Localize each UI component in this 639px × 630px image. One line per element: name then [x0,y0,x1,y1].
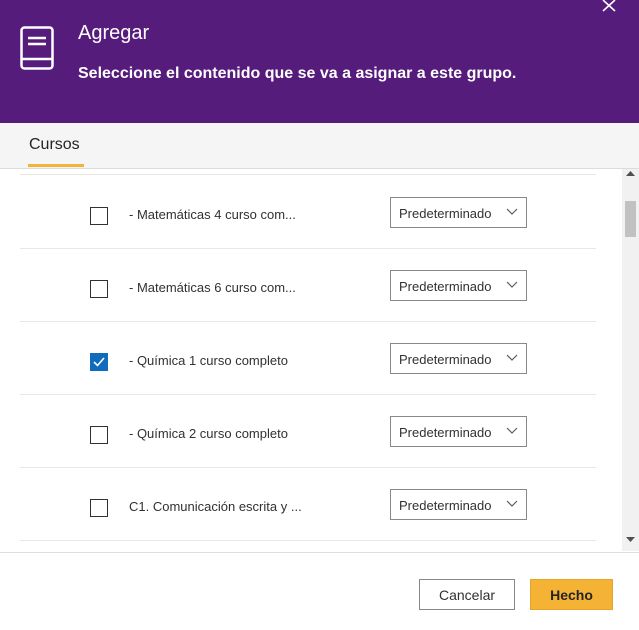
dialog-footer: Cancelar Hecho [0,552,639,630]
dropdown-value: Predeterminado [399,206,492,221]
content-list: - Matemáticas 4 curso com... Predetermin… [0,169,622,551]
row-checkbox[interactable] [90,426,108,444]
chevron-down-icon [506,500,518,507]
dropdown-value: Predeterminado [399,279,492,294]
row-checkbox[interactable] [90,207,108,225]
dropdown-value: Predeterminado [399,498,492,513]
dialog-title: Agregar [78,22,150,44]
scroll-down-icon[interactable] [626,537,635,543]
chevron-down-icon [506,427,518,434]
list-item: - Matemáticas 6 curso com... Predetermin… [20,248,596,322]
list-item: - Matemáticas 4 curso com... Predetermin… [20,175,596,249]
row-label: C1. Comunicación escrita y ... [129,499,302,514]
list-item: - Química 2 curso completo Predeterminad… [20,394,596,468]
assignment-dropdown[interactable]: Predeterminado [390,489,527,520]
chevron-down-icon [506,281,518,288]
list-scrollbar[interactable] [622,169,639,551]
row-label: - Química 2 curso completo [129,426,288,441]
checkmark-icon [93,357,105,367]
scroll-up-icon[interactable] [626,171,635,177]
chevron-down-icon [506,354,518,361]
assignment-dropdown[interactable]: Predeterminado [390,197,527,228]
close-icon[interactable] [599,0,619,14]
row-checkbox[interactable] [90,280,108,298]
active-tab-indicator [28,164,84,167]
tab-bar: Cursos [0,123,639,169]
chevron-down-icon [506,208,518,215]
row-checkbox[interactable] [90,499,108,517]
assignment-dropdown[interactable]: Predeterminado [390,343,527,374]
row-label: - Matemáticas 4 curso com... [129,207,296,222]
row-label: - Matemáticas 6 curso com... [129,280,296,295]
dropdown-value: Predeterminado [399,352,492,367]
scroll-thumb[interactable] [625,201,636,237]
dialog-subtitle: Seleccione el contenido que se va a asig… [78,65,517,82]
row-checkbox[interactable] [90,353,108,371]
dialog-header: Agregar Seleccione el contenido que se v… [0,0,639,123]
tab-cursos[interactable]: Cursos [29,136,80,154]
add-content-dialog: Agregar Seleccione el contenido que se v… [0,0,639,630]
book-icon [20,26,54,70]
row-label: - Química 1 curso completo [129,353,288,368]
list-item: - Química 1 curso completo Predeterminad… [20,321,596,395]
done-button[interactable]: Hecho [530,579,613,610]
list-item: C1. Comunicación escrita y ... Predeterm… [20,467,596,541]
assignment-dropdown[interactable]: Predeterminado [390,270,527,301]
assignment-dropdown[interactable]: Predeterminado [390,416,527,447]
dropdown-value: Predeterminado [399,425,492,440]
cancel-button[interactable]: Cancelar [419,579,515,610]
